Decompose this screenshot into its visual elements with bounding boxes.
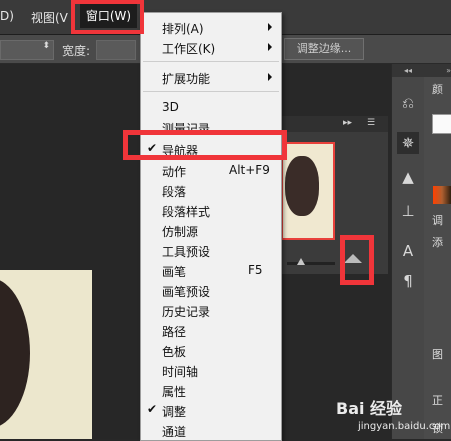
menu-item-label: 动作 xyxy=(162,165,187,179)
photo-subject xyxy=(0,278,30,428)
window-menu-highlight xyxy=(71,0,144,34)
menu-item-channels[interactable]: 通道 xyxy=(141,420,281,440)
collapse-icon[interactable]: ▸▸ xyxy=(343,118,352,128)
menu-item-adjustments[interactable]: ✔ 调整 xyxy=(141,400,281,420)
menu-item-label: 排列(A) xyxy=(162,22,204,36)
color-ramp[interactable] xyxy=(433,186,451,204)
checkmark-icon: ✔ xyxy=(147,402,158,416)
submenu-arrow-icon xyxy=(268,23,272,31)
menu-item-paragraph[interactable]: 段落 xyxy=(141,180,281,200)
watermark-url: jingyan.baidu.com xyxy=(358,421,451,432)
menu-item-workspace[interactable]: 工作区(K) xyxy=(141,37,281,57)
foreground-color-swatch[interactable] xyxy=(432,114,451,134)
watermark-brand: Bai 经验 xyxy=(336,399,403,418)
style-select[interactable]: ⬍ xyxy=(0,40,54,60)
menu-item-shortcut: Alt+F9 xyxy=(229,163,270,177)
canvas-photo xyxy=(0,270,92,439)
menu-item-extensions[interactable]: 扩展功能 xyxy=(141,67,281,87)
right-panel: » 颜 调 添 图 正 锁 xyxy=(424,64,451,439)
menu-item-label: 时间轴 xyxy=(162,365,199,379)
navigator-panel-header: ▸▸ ☰ xyxy=(281,116,388,132)
navigator-thumbnail[interactable] xyxy=(281,142,335,240)
menu-item-paragraph-styles[interactable]: 段落样式 xyxy=(141,200,281,220)
menu-item-shortcut: F5 xyxy=(248,263,263,277)
menu-item-brush[interactable]: 画笔 F5 xyxy=(141,260,281,280)
menu-item-timeline[interactable]: 时间轴 xyxy=(141,360,281,380)
right-panel-collapse-icon[interactable]: » xyxy=(424,64,451,77)
width-input[interactable] xyxy=(96,40,136,60)
clone-source-icon[interactable]: ⊥ xyxy=(397,200,419,222)
menu-item-actions[interactable]: 动作 Alt+F9 xyxy=(141,160,281,180)
history-icon[interactable]: ⎌ xyxy=(397,92,419,114)
layers-panel-label: 图 xyxy=(432,348,443,361)
thumbnail-subject xyxy=(285,156,319,216)
panel-icon-dock: ◂◂ ⎌ ✵ ▲ ⊥ A ¶ xyxy=(391,64,425,439)
histogram-icon[interactable]: ▲ xyxy=(397,166,419,188)
navigator-icon[interactable]: ✵ xyxy=(397,132,419,154)
menu-item-clone-source[interactable]: 仿制源 xyxy=(141,220,281,240)
menu-item-label: 画笔 xyxy=(162,265,187,279)
menu-item-label: 段落样式 xyxy=(162,205,211,219)
menu-item-label: 属性 xyxy=(162,385,187,399)
panel-menu-icon[interactable]: ☰ xyxy=(367,118,375,128)
menu-item-label: 扩展功能 xyxy=(162,72,211,86)
document-canvas[interactable] xyxy=(0,64,140,439)
menu-item-label: 段落 xyxy=(162,185,187,199)
paragraph-icon[interactable]: ¶ xyxy=(397,270,419,292)
menu-item-label: 色板 xyxy=(162,345,187,359)
menu-item-properties[interactable]: 属性 xyxy=(141,380,281,400)
menu-item-label: 通道 xyxy=(162,425,187,439)
menu-item-arrange[interactable]: 排列(A) xyxy=(141,17,281,37)
add-adjustment-label: 添 xyxy=(432,236,443,249)
color-panel-label: 颜 xyxy=(432,83,443,96)
menu-item-label: 工作区(K) xyxy=(162,42,216,56)
menu-item-label: 工具预设 xyxy=(162,245,211,259)
refine-edge-button[interactable]: 调整边缘... xyxy=(284,38,364,60)
adjustments-panel-label: 调 xyxy=(432,214,443,227)
character-icon[interactable]: A xyxy=(397,240,419,262)
menu-separator xyxy=(143,61,279,62)
menu-separator xyxy=(143,91,279,92)
menu-item-label: 历史记录 xyxy=(162,305,211,319)
menu-item-paths[interactable]: 路径 xyxy=(141,320,281,340)
submenu-arrow-icon xyxy=(268,43,272,51)
zoom-slider[interactable] xyxy=(287,262,335,265)
menu-item-history[interactable]: 历史记录 xyxy=(141,300,281,320)
menu-item-view[interactable]: 视图(V xyxy=(31,9,68,26)
watermark: Bai 经验 jingyan.baidu.com xyxy=(336,393,451,439)
menu-item-3d[interactable]: 3D xyxy=(141,97,281,117)
menu-item-partial[interactable]: D) xyxy=(0,9,14,23)
menu-item-label: 调整 xyxy=(162,405,187,419)
menu-item-label: 画笔预设 xyxy=(162,285,211,299)
zoom-slider-knob[interactable] xyxy=(297,258,305,265)
menu-item-label: 仿制源 xyxy=(162,225,199,239)
width-label: 宽度: xyxy=(62,44,91,58)
select-arrows-icon: ⬍ xyxy=(42,41,50,51)
menu-item-brush-presets[interactable]: 画笔预设 xyxy=(141,280,281,300)
menu-item-label: 路径 xyxy=(162,325,187,339)
menu-item-label: 3D xyxy=(162,100,179,114)
navigator-item-highlight xyxy=(123,130,287,160)
menu-item-tool-presets[interactable]: 工具预设 xyxy=(141,240,281,260)
window-menu-dropdown: 排列(A) 工作区(K) 扩展功能 3D 测量记录 ✔ 导航器 动作 Alt+F9 … xyxy=(140,12,282,441)
menu-item-swatches[interactable]: 色板 xyxy=(141,340,281,360)
dock-collapse-icon[interactable]: ◂◂ xyxy=(392,64,424,77)
zoom-highlight-box xyxy=(340,235,374,285)
submenu-arrow-icon xyxy=(268,73,272,81)
